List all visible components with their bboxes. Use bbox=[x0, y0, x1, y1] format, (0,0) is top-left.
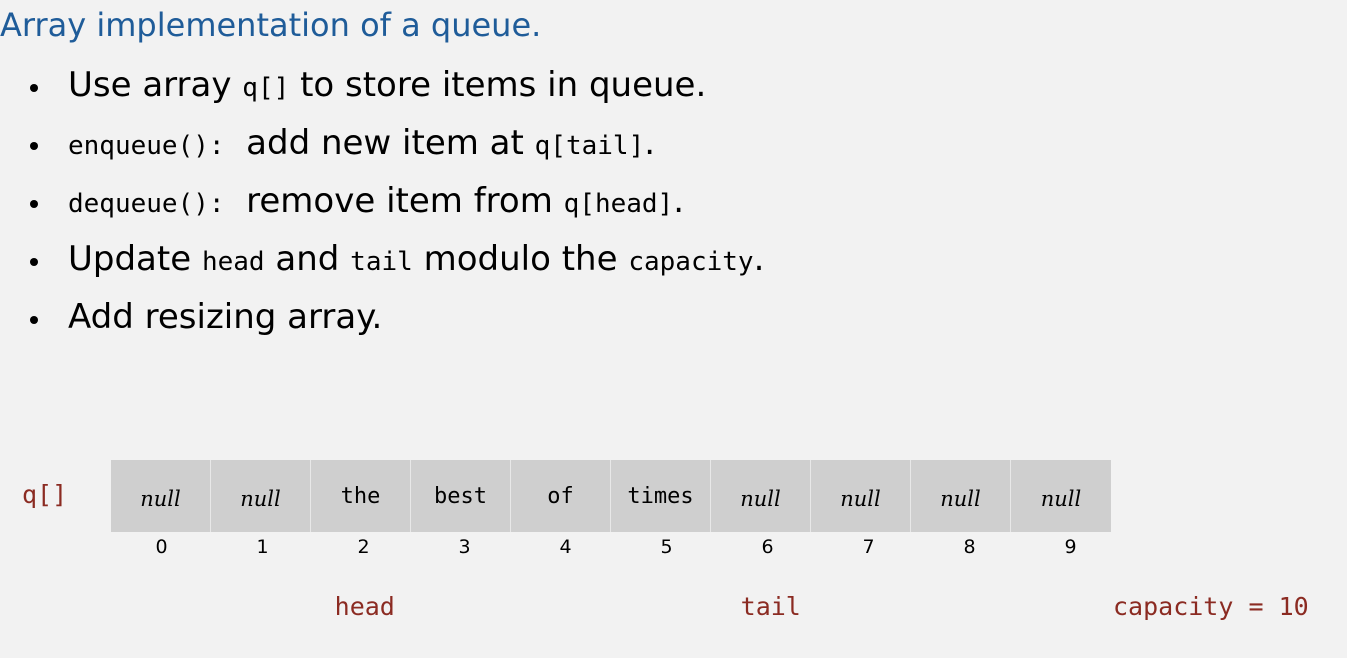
array-cell: null bbox=[111, 460, 211, 532]
code-text: dequeue(): bbox=[68, 189, 225, 219]
code-text: tail bbox=[350, 247, 413, 277]
array-indices: 0 1 2 3 4 5 6 7 8 9 bbox=[111, 536, 1121, 558]
array-cell: null bbox=[811, 460, 911, 532]
array-index: 3 bbox=[458, 536, 471, 558]
bullet-text: to store items in queue. bbox=[289, 65, 707, 105]
bullet-text: add new item at bbox=[224, 123, 535, 163]
capacity-label: capacity = 10 bbox=[1113, 592, 1309, 621]
bullet-item: Update head and tail modulo the capacity… bbox=[30, 236, 764, 294]
array-index: 6 bbox=[761, 536, 774, 558]
bullet-text: Use array bbox=[68, 65, 243, 105]
array-index: 8 bbox=[963, 536, 976, 558]
code-text: head bbox=[201, 247, 265, 277]
array-index: 9 bbox=[1064, 536, 1077, 558]
array-cell: null bbox=[911, 460, 1011, 532]
bullet-dot-icon bbox=[30, 142, 38, 150]
bullet-text: remove item from bbox=[224, 181, 564, 221]
bullet-text: . bbox=[644, 123, 656, 163]
bullet-text: . bbox=[753, 239, 765, 279]
code-text: q[tail] bbox=[534, 131, 645, 161]
code-text: q[head] bbox=[563, 189, 674, 219]
code-text: capacity bbox=[628, 247, 754, 277]
array-cell: best bbox=[411, 460, 511, 532]
bullet-text: and bbox=[264, 239, 351, 279]
array-cell: null bbox=[211, 460, 311, 532]
array-label: q[] bbox=[22, 480, 68, 509]
bullet-text: Update bbox=[68, 239, 202, 279]
array-cell: of bbox=[511, 460, 611, 532]
bullet-item: Use array q[] to store items in queue. bbox=[30, 62, 764, 120]
tail-pointer-label: tail bbox=[740, 592, 801, 621]
bullet-item: Add resizing array. bbox=[30, 294, 764, 352]
array-cell: null bbox=[1011, 460, 1111, 532]
array-index: 2 bbox=[357, 536, 370, 558]
queue-array: null null the best of times null null null null bbox=[111, 460, 1111, 532]
bullet-list: Use array q[] to store items in queue. en… bbox=[30, 62, 764, 352]
array-index: 1 bbox=[256, 536, 269, 558]
array-index: 4 bbox=[559, 536, 572, 558]
bullet-text: Add resizing array. bbox=[68, 297, 383, 337]
bullet-text: modulo the bbox=[412, 239, 629, 279]
code-text: q[] bbox=[242, 73, 290, 103]
bullet-dot-icon bbox=[30, 84, 38, 92]
head-pointer-label: head bbox=[334, 592, 395, 621]
code-text: enqueue(): bbox=[68, 131, 225, 161]
bullet-dot-icon bbox=[30, 316, 38, 324]
bullet-text: . bbox=[673, 181, 685, 221]
array-cell: null bbox=[711, 460, 811, 532]
bullet-item: dequeue(): remove item from q[head]. bbox=[30, 178, 764, 236]
bullet-dot-icon bbox=[30, 200, 38, 208]
bullet-item: enqueue(): add new item at q[tail]. bbox=[30, 120, 764, 178]
array-cell: times bbox=[611, 460, 711, 532]
array-index: 5 bbox=[660, 536, 673, 558]
slide-title: Array implementation of a queue. bbox=[0, 6, 542, 44]
array-cell: the bbox=[311, 460, 411, 532]
array-index: 0 bbox=[155, 536, 168, 558]
array-index: 7 bbox=[862, 536, 875, 558]
bullet-dot-icon bbox=[30, 258, 38, 266]
